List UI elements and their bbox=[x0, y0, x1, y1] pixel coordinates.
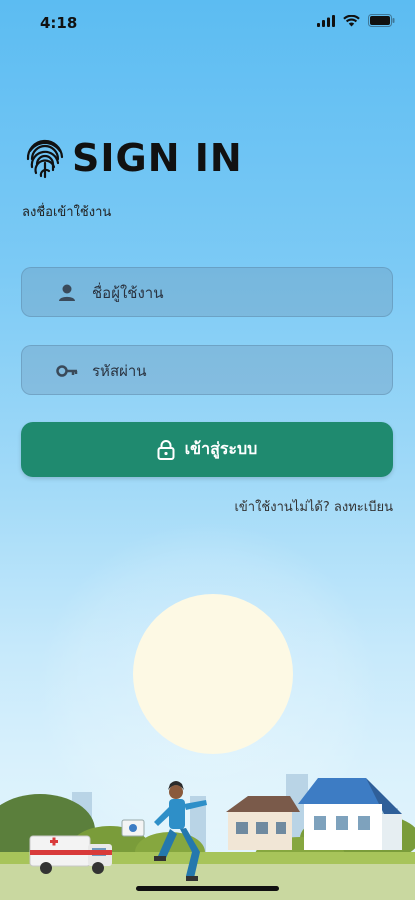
login-button-label: เข้าสู่ระบบ bbox=[184, 441, 258, 458]
register-prompt: เข้าใช้งานไม่ได้? bbox=[234, 500, 330, 515]
signal-icon bbox=[317, 14, 335, 27]
username-field[interactable] bbox=[21, 267, 393, 318]
key-icon bbox=[56, 365, 78, 377]
lock-icon bbox=[157, 439, 175, 460]
brand-header: SIGN IN bbox=[24, 136, 243, 180]
username-input[interactable] bbox=[90, 268, 384, 318]
password-input[interactable] bbox=[90, 346, 384, 396]
sign-in-screen: 4:18 SIGN IN ลงชื่อเข้าใช้งาน ชื่อผู้ใช้… bbox=[0, 0, 415, 900]
status-icons bbox=[317, 14, 395, 27]
register-link[interactable]: ลงทะเบียน bbox=[334, 500, 393, 515]
login-button[interactable]: เข้าสู่ระบบ bbox=[21, 422, 393, 477]
sun-illustration bbox=[133, 594, 293, 754]
user-icon bbox=[59, 284, 75, 301]
city-medic-illustration bbox=[0, 774, 415, 900]
page-title: SIGN IN bbox=[72, 136, 243, 180]
register-row: เข้าใช้งานไม่ได้? ลงทะเบียน bbox=[234, 496, 393, 517]
password-field[interactable] bbox=[21, 345, 393, 396]
wifi-icon bbox=[343, 14, 360, 26]
home-indicator bbox=[136, 886, 279, 891]
status-time: 4:18 bbox=[40, 14, 78, 32]
page-subtitle: ลงชื่อเข้าใช้งาน bbox=[22, 205, 112, 220]
status-bar: 4:18 bbox=[0, 0, 415, 44]
fingerprint-icon bbox=[26, 139, 64, 179]
battery-icon bbox=[368, 14, 395, 27]
